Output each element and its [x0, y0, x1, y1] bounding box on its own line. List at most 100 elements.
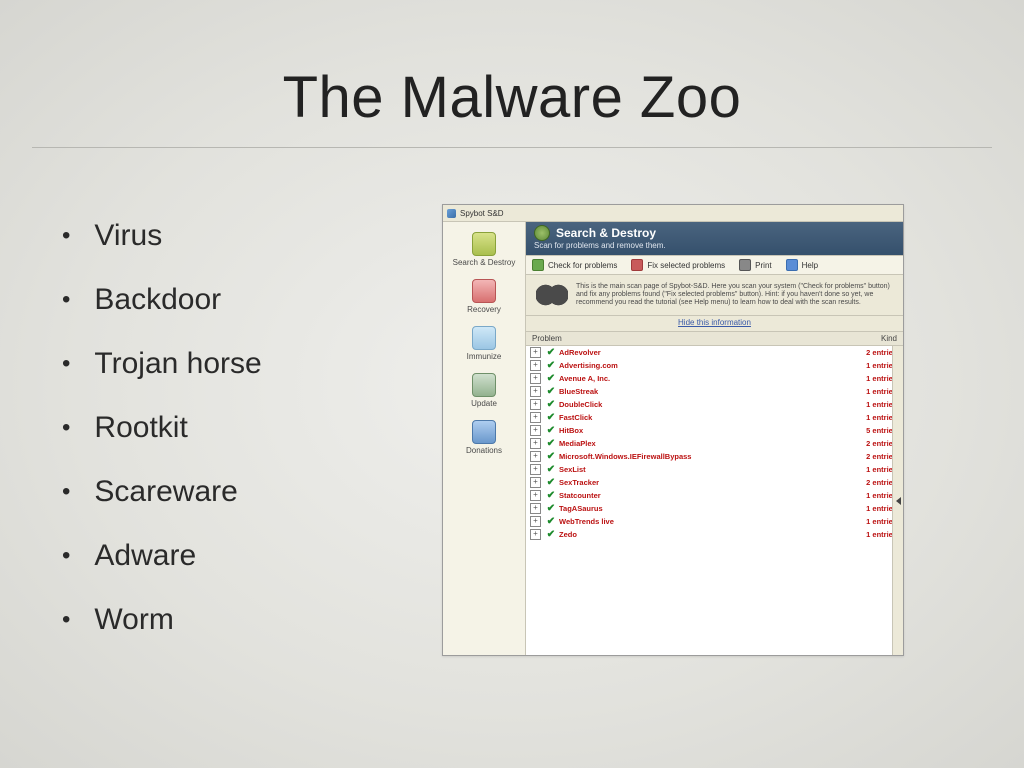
panel-subtitle: Scan for problems and remove them. [534, 241, 895, 250]
problem-name: Microsoft.Windows.IEFirewallBypass [557, 451, 827, 462]
problem-kind: 1 entries [827, 516, 897, 527]
bullet-item: Rootkit [58, 396, 418, 460]
expand-icon[interactable]: + [530, 529, 541, 540]
slide: The Malware Zoo Virus Backdoor Trojan ho… [0, 0, 1024, 768]
binoculars-icon [536, 283, 568, 307]
result-row[interactable]: +✔FastClick1 entries [526, 411, 903, 424]
expand-icon[interactable]: + [530, 464, 541, 475]
checkmark-icon: ✔ [545, 464, 557, 475]
toolbar: Check for problems Fix selected problems… [526, 255, 903, 275]
problem-kind: 1 entries [827, 464, 897, 475]
bullet-item: Worm [58, 588, 418, 652]
problem-kind: 5 entries [827, 425, 897, 436]
sidebar-item-immunize[interactable]: Immunize [443, 322, 525, 367]
bullet-item: Backdoor [58, 268, 418, 332]
intro-text: This is the main scan page of Spybot-S&D… [576, 283, 893, 307]
print-button[interactable]: Print [739, 259, 771, 271]
problem-name: Avenue A, Inc. [557, 373, 827, 384]
expand-icon[interactable]: + [530, 360, 541, 371]
checkmark-icon: ✔ [545, 451, 557, 462]
bullet-item: Trojan horse [58, 332, 418, 396]
expand-icon[interactable]: + [530, 386, 541, 397]
result-row[interactable]: +✔DoubleClick1 entries [526, 398, 903, 411]
problem-kind: 1 entries [827, 412, 897, 423]
result-row[interactable]: + ✔Microsoft.Windows.IEFirewallBypass2 en… [526, 450, 903, 463]
result-row[interactable]: + ✔Zedo1 entries [526, 528, 903, 541]
expand-icon[interactable]: + [530, 412, 541, 423]
checkmark-icon: ✔ [545, 516, 557, 527]
fix-button[interactable]: Fix selected problems [631, 259, 725, 271]
problem-kind: 1 entries [827, 373, 897, 384]
checkmark-icon: ✔ [545, 438, 557, 449]
titlebar: Spybot S&D [443, 205, 903, 222]
checkmark-icon: ✔ [545, 529, 557, 540]
expand-icon[interactable]: + [530, 503, 541, 514]
expand-icon[interactable]: + [530, 399, 541, 410]
result-row[interactable]: + ✔AdRevolver2 entries [526, 346, 903, 359]
panel-title: Search & Destroy [556, 226, 656, 240]
problem-name: TagASaurus [557, 503, 827, 514]
expand-icon[interactable]: + [530, 477, 541, 488]
window-title: Spybot S&D [460, 209, 504, 218]
problem-kind: 2 entries [827, 347, 897, 358]
problem-name: BlueStreak [557, 386, 827, 397]
sidebar-item-update[interactable]: Update [443, 369, 525, 414]
result-row[interactable]: +✔Statcounter1 entries [526, 489, 903, 502]
column-problem: Problem [532, 334, 827, 343]
expand-icon[interactable]: + [530, 490, 541, 501]
checkmark-icon: ✔ [545, 490, 557, 501]
result-row[interactable]: +✔Avenue A, Inc.1 entries [526, 372, 903, 385]
sidebar-item-search[interactable]: Search & Destroy [443, 228, 525, 273]
checkmark-icon: ✔ [545, 477, 557, 488]
fix-icon [631, 259, 643, 271]
result-row[interactable]: + ✔WebTrends live1 entries [526, 515, 903, 528]
help-button[interactable]: Help [786, 259, 818, 271]
result-row[interactable]: +✔BlueStreak1 entries [526, 385, 903, 398]
expand-icon[interactable]: + [530, 438, 541, 449]
sidebar-item-donations[interactable]: Donations [443, 416, 525, 461]
problem-name: DoubleClick [557, 399, 827, 410]
expand-icon[interactable]: + [530, 516, 541, 527]
problem-kind: 1 entries [827, 529, 897, 540]
sidebar-item-recovery[interactable]: Recovery [443, 275, 525, 320]
panel-header: Search & Destroy Scan for problems and r… [526, 222, 903, 255]
side-splitter[interactable] [892, 346, 903, 655]
problem-kind: 1 entries [827, 503, 897, 514]
slide-title: The Malware Zoo [0, 0, 1024, 147]
main-pane: Search & Destroy Scan for problems and r… [526, 222, 903, 655]
expand-icon[interactable]: + [530, 425, 541, 436]
arrow-left-icon [896, 497, 901, 505]
expand-icon[interactable]: + [530, 373, 541, 384]
result-row[interactable]: +✔TagASaurus1 entries [526, 502, 903, 515]
result-row[interactable]: +✔Advertising.com1 entries [526, 359, 903, 372]
expand-icon[interactable]: + [530, 347, 541, 358]
column-kind: Kind [827, 334, 897, 343]
problem-kind: 1 entries [827, 399, 897, 410]
expand-icon[interactable]: + [530, 451, 541, 462]
result-row[interactable]: +✔SexList1 entries [526, 463, 903, 476]
result-row[interactable]: + ✔MediaPlex2 entries [526, 437, 903, 450]
result-row[interactable]: +✔HitBox5 entries [526, 424, 903, 437]
problem-name: Zedo [557, 529, 827, 540]
problem-name: WebTrends live [557, 516, 827, 527]
problem-kind: 2 entries [827, 477, 897, 488]
problem-name: SexTracker [557, 477, 827, 488]
checkmark-icon: ✔ [545, 412, 557, 423]
problem-kind: 2 entries [827, 438, 897, 449]
problem-name: Advertising.com [557, 360, 827, 371]
result-row[interactable]: + ✔SexTracker2 entries [526, 476, 903, 489]
bullet-item: Scareware [58, 460, 418, 524]
problem-name: AdRevolver [557, 347, 827, 358]
hide-info-link[interactable]: Hide this information [526, 316, 903, 331]
check-button[interactable]: Check for problems [532, 259, 617, 271]
problem-kind: 2 entries [827, 451, 897, 462]
recovery-icon [472, 279, 496, 303]
check-icon [532, 259, 544, 271]
problem-kind: 1 entries [827, 490, 897, 501]
problem-name: MediaPlex [557, 438, 827, 449]
search-destroy-icon [472, 232, 496, 256]
checkmark-icon: ✔ [545, 360, 557, 371]
print-icon [739, 259, 751, 271]
slide-body: Virus Backdoor Trojan horse Rootkit Scar… [0, 148, 1024, 656]
checkmark-icon: ✔ [545, 347, 557, 358]
